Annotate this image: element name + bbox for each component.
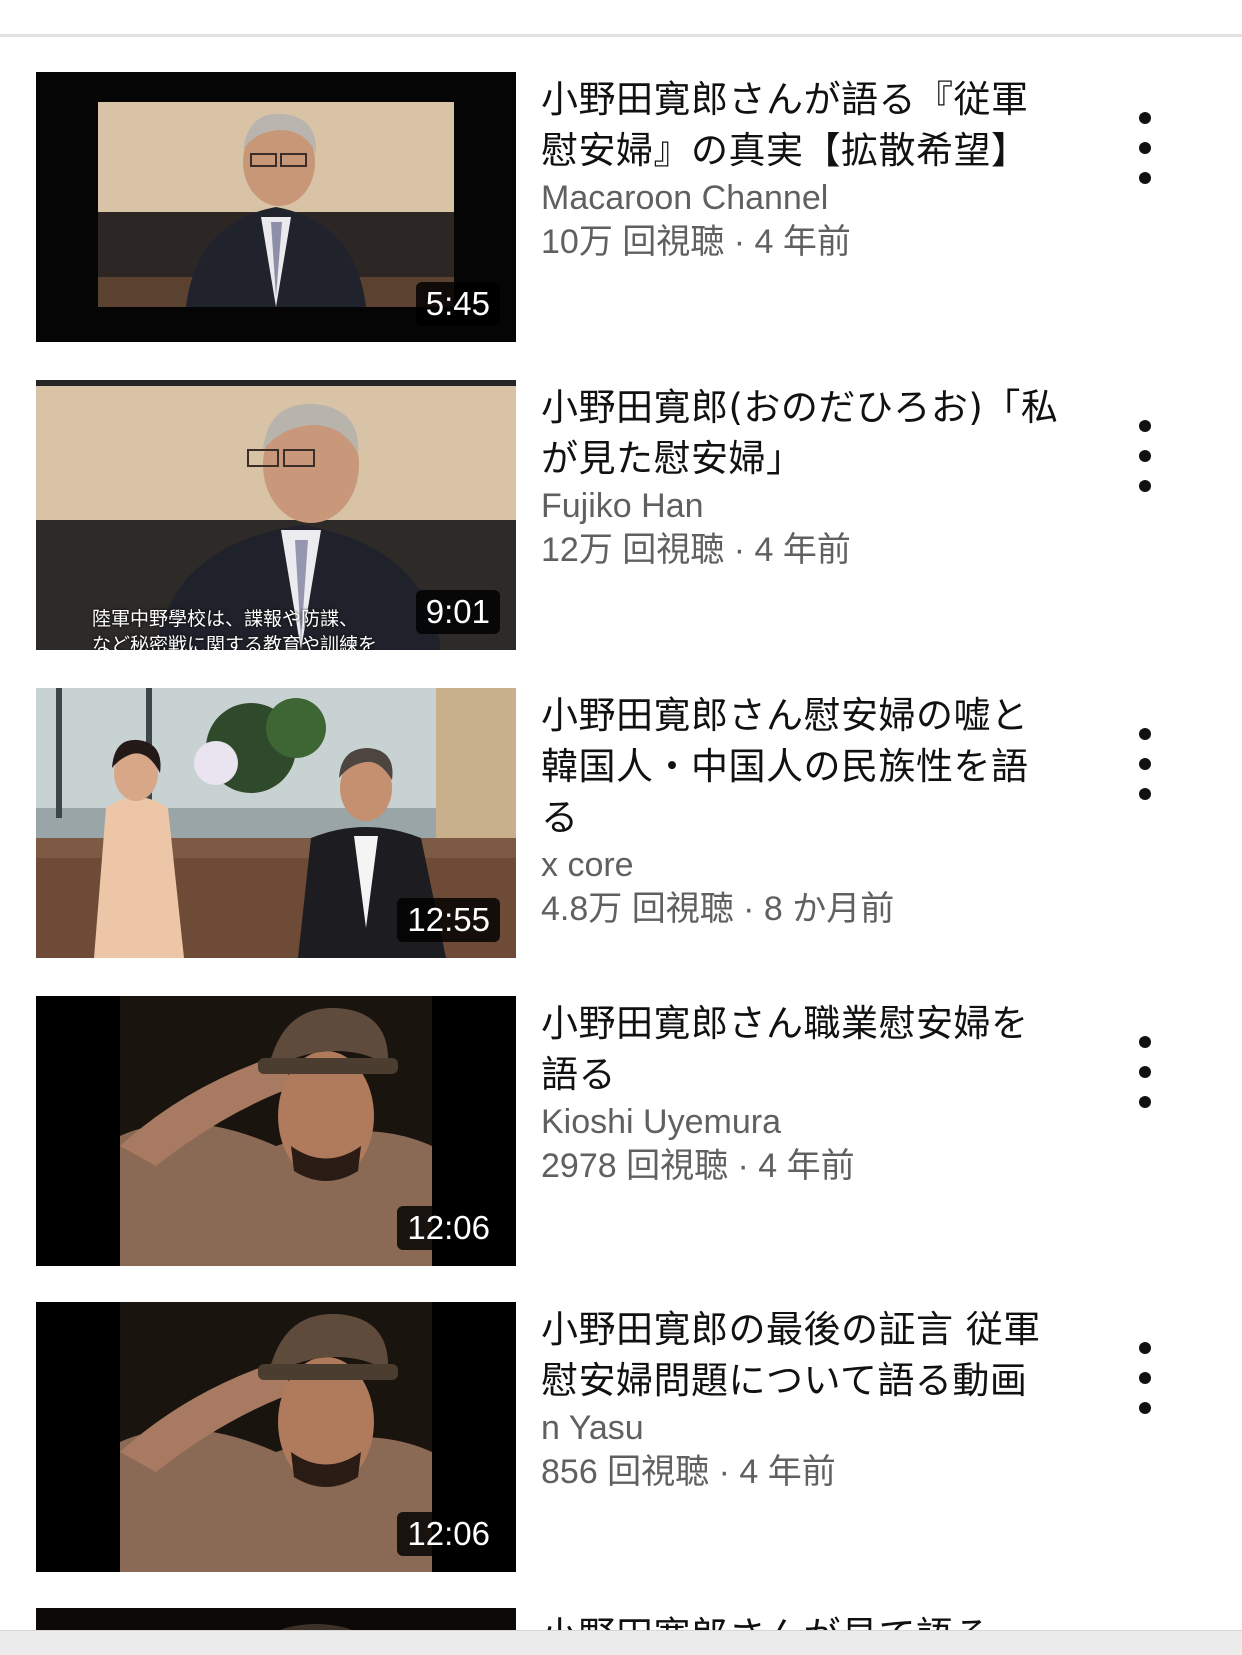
video-info[interactable]: 小野田寛郎の最後の証言 従軍慰安婦問題について語る動画 n Yasu 856 回… bbox=[541, 1302, 1061, 1494]
video-metadata: 2978 回視聴 · 4 年前 bbox=[541, 1147, 855, 1185]
video-title[interactable]: 小野田寛郎の最後の証言 従軍慰安婦問題について語る動画 bbox=[541, 1302, 1061, 1406]
video-duration: 9:01 bbox=[415, 590, 500, 634]
video-title[interactable]: 小野田寛郎さん職業慰安婦を語る bbox=[541, 996, 1061, 1100]
channel-name[interactable]: n Yasu bbox=[541, 1406, 1061, 1450]
video-result-item[interactable]: 陸軍中野學校は、諜報や防諜、 など秘密戦に関する教育や訓練を 9:01 小野田寛… bbox=[0, 380, 1242, 650]
more-vertical-icon[interactable] bbox=[1124, 414, 1166, 498]
video-result-item[interactable]: 5:45 小野田寛郎さんが語る『従軍慰安婦』の真実【拡散希望】 Macaroon… bbox=[0, 72, 1242, 342]
video-metadata: 4.8万 回視聴 · 8 か月前 bbox=[541, 890, 895, 928]
video-thumbnail[interactable]: 5:45 bbox=[36, 72, 516, 342]
video-result-item[interactable]: 12:06 小野田寛郎の最後の証言 従軍慰安婦問題について語る動画 n Yasu… bbox=[0, 1302, 1242, 1572]
more-vertical-icon[interactable] bbox=[1124, 1030, 1166, 1114]
more-vertical-icon[interactable] bbox=[1124, 722, 1166, 806]
channel-name[interactable]: Kioshi Uyemura bbox=[541, 1100, 1061, 1144]
video-result-item[interactable]: 12:55 小野田寛郎さん慰安婦の嘘と韓国人・中国人の民族性を語る x core… bbox=[0, 688, 1242, 958]
video-thumbnail[interactable]: 陸軍中野學校は、諜報や防諜、 など秘密戦に関する教育や訓練を 9:01 bbox=[36, 380, 516, 650]
subtitle-caption: 陸軍中野學校は、諜報や防諜、 など秘密戦に関する教育や訓練を bbox=[92, 608, 378, 650]
video-info[interactable]: 小野田寛郎さん職業慰安婦を語る Kioshi Uyemura 2978 回視聴 … bbox=[541, 996, 1061, 1188]
video-thumbnail[interactable]: 12:06 bbox=[36, 1302, 516, 1572]
video-duration: 12:55 bbox=[397, 898, 500, 942]
channel-name[interactable]: Macaroon Channel bbox=[541, 176, 1061, 220]
video-thumbnail[interactable]: 12:06 bbox=[36, 996, 516, 1266]
bottom-bar-edge bbox=[0, 1630, 1242, 1655]
video-title[interactable]: 小野田寛郎さん慰安婦の嘘と韓国人・中国人の民族性を語る bbox=[541, 688, 1061, 843]
video-title[interactable]: 小野田寛郎さんが語る『従軍慰安婦』の真実【拡散希望】 bbox=[541, 72, 1061, 176]
video-metadata: 856 回視聴 · 4 年前 bbox=[541, 1453, 836, 1491]
video-metadata: 12万 回視聴 · 4 年前 bbox=[541, 531, 851, 569]
more-vertical-icon[interactable] bbox=[1124, 106, 1166, 190]
video-info[interactable]: 小野田寛郎さん慰安婦の嘘と韓国人・中国人の民族性を語る x core 4.8万 … bbox=[541, 688, 1061, 931]
video-duration: 5:45 bbox=[415, 282, 500, 326]
search-results-list: 5:45 小野田寛郎さんが語る『従軍慰安婦』の真実【拡散希望】 Macaroon… bbox=[0, 0, 1242, 1654]
video-title[interactable]: 小野田寛郎(おのだひろお)「私が見た慰安婦」 bbox=[541, 380, 1061, 484]
channel-name[interactable]: Fujiko Han bbox=[541, 484, 1061, 528]
video-result-item[interactable]: 12:06 小野田寛郎さん職業慰安婦を語る Kioshi Uyemura 297… bbox=[0, 996, 1242, 1266]
video-info[interactable]: 小野田寛郎(おのだひろお)「私が見た慰安婦」 Fujiko Han 12万 回視… bbox=[541, 380, 1061, 572]
video-duration: 12:06 bbox=[397, 1512, 500, 1556]
video-thumbnail[interactable]: 12:55 bbox=[36, 688, 516, 958]
video-info[interactable]: 小野田寛郎さんが語る『従軍慰安婦』の真実【拡散希望】 Macaroon Chan… bbox=[541, 72, 1061, 264]
more-vertical-icon[interactable] bbox=[1124, 1336, 1166, 1420]
video-duration: 12:06 bbox=[397, 1206, 500, 1250]
video-metadata: 10万 回視聴 · 4 年前 bbox=[541, 223, 851, 261]
channel-name[interactable]: x core bbox=[541, 843, 1061, 887]
